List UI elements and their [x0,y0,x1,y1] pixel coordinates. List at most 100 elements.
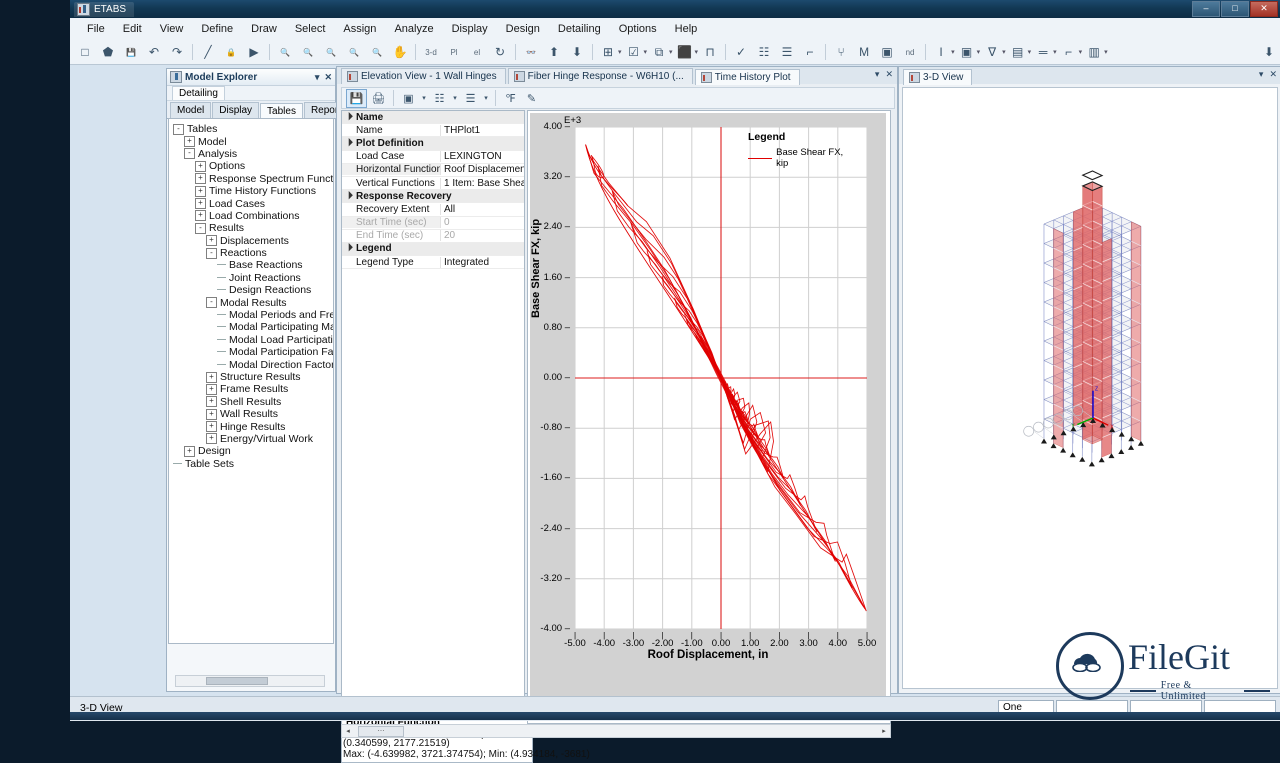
nd-label[interactable]: nd [899,41,921,63]
chevron-down-icon[interactable]: ▾ [695,48,699,56]
save-icon[interactable]: 💾 [120,41,142,63]
menu-item-define[interactable]: Define [192,20,242,38]
tree-node[interactable]: Base Reactions [169,259,333,271]
property-value[interactable]: 1 Item: Base Shear FX [440,178,524,189]
property-group-header[interactable]: Response Recovery [342,190,524,203]
tree-node[interactable]: +Options [169,160,333,172]
expand-icon[interactable]: + [206,372,217,383]
expand-icon[interactable]: + [195,161,206,172]
document-tab-bar[interactable]: Elevation View - 1 Wall HingesFiber Hing… [337,67,897,84]
chevron-down-icon[interactable]: ▾ [1002,48,1006,56]
tree-node[interactable]: +Time History Functions [169,185,333,197]
plot-image-icon[interactable]: ▣ [399,90,418,107]
window-controls[interactable]: – □ ✕ [1192,1,1278,17]
measure-icon[interactable]: ✓ [730,41,752,63]
plot-image-dropdown[interactable]: ▾ [420,90,428,107]
contour-icon[interactable]: ▣ [876,41,898,63]
set-display-options-icon[interactable]: ⊞ [597,41,619,63]
tables-tree[interactable]: -Tables+Model-Analysis+Options+Response … [168,118,334,644]
column-prop-icon[interactable]: ▤ [1007,41,1029,63]
close-button[interactable]: ✕ [1250,1,1278,17]
table-view-dropdown[interactable]: ▾ [451,90,459,107]
tree-node[interactable]: +Displacements [169,235,333,247]
tree-node[interactable]: -Tables [169,123,333,135]
chevron-down-icon[interactable]: ▾ [977,48,981,56]
plot-property-grid[interactable]: NameNameTHPlot1Plot DefinitionLoad CaseL… [341,110,525,712]
main-toolbar[interactable]: □⬟💾↶↷╱🔒▶🔍🔍🔍🔍🔍✋3-dPlel↻👓⬆⬇⊞▾☑▾⧉▾⬛▾⊓✓☷☰⌐⑂M… [70,40,1280,65]
property-value[interactable]: All [440,204,524,215]
doctabs-close-icon[interactable]: ✕ [885,69,893,80]
glasses-icon[interactable]: 👓 [520,41,542,63]
scroll-right-arrow[interactable]: ▸ [878,727,890,735]
zoom-out-icon[interactable]: 🔍 [320,41,342,63]
tree-node[interactable]: Modal Participation Factors [169,346,333,358]
doctabs-dropdown-icon[interactable]: ▾ [875,69,880,80]
tree-node[interactable]: Modal Participating Mass Ratios [169,321,333,333]
chart-view-icon[interactable]: ☰ [461,90,480,107]
expand-icon[interactable]: + [195,198,206,209]
property-value[interactable]: LEXINGTON [440,151,524,162]
expand-icon[interactable]: + [206,421,217,432]
property-group-header[interactable]: Legend [342,243,524,256]
wall-prop-icon[interactable]: ⌐ [1058,41,1080,63]
chart-view-dropdown[interactable]: ▾ [482,90,490,107]
expand-icon[interactable]: + [195,173,206,184]
rotate-icon[interactable]: ↻ [489,41,511,63]
table-view-icon[interactable]: ☷ [430,90,449,107]
expand-icon[interactable]: + [195,186,206,197]
tree-node[interactable]: -Results [169,222,333,234]
expand-icon[interactable]: + [195,210,206,221]
time-history-plot[interactable]: E+3 4.00 –3.20 –2.40 –1.60 –0.80 –0.00 –… [527,110,891,724]
property-group-header[interactable]: Name [342,111,524,124]
object-select-icon[interactable]: ☑ [623,41,645,63]
chevron-down-icon[interactable]: ▾ [1028,48,1032,56]
view3d-dropdown-icon[interactable]: ▾ [1259,69,1264,80]
collapse-icon[interactable]: - [173,124,184,135]
model-explorer-close-icon[interactable]: ✕ [324,72,332,83]
tree-node[interactable]: +Wall Results [169,408,333,420]
subtab-detailing[interactable]: Detailing [172,86,225,100]
chart-icon[interactable]: ☰ [776,41,798,63]
elevation-view-label[interactable]: el [466,41,488,63]
chevron-down-icon[interactable]: ▾ [669,48,673,56]
zoom-in-icon[interactable]: 🔍 [297,41,319,63]
tree-node[interactable]: +Shell Results [169,396,333,408]
tree-node[interactable]: Modal Periods and Frequencies [169,309,333,321]
section-cut-icon[interactable]: ⊓ [699,41,721,63]
menu-item-design[interactable]: Design [497,20,549,38]
menu-item-display[interactable]: Display [443,20,497,38]
menu-item-help[interactable]: Help [666,20,707,38]
new-model-icon[interactable]: □ [74,41,96,63]
tree-node[interactable]: -Analysis [169,148,333,160]
edit-plot-icon[interactable]: ✎ [522,90,541,107]
property-row[interactable]: NameTHPlot1 [342,124,524,137]
app-title-tab[interactable]: ETABS [74,2,134,17]
model-explorer-menu-icon[interactable]: ▾ [315,72,320,83]
tree-node[interactable]: +Hinge Results [169,420,333,432]
property-group-header[interactable]: Plot Definition [342,137,524,150]
tree-horizontal-scrollbar[interactable] [175,675,325,687]
frame-icon[interactable]: ⌐ [799,41,821,63]
export-icon[interactable]: ⬇ [1264,45,1274,59]
tab-3d-view[interactable]: 3-D View [903,69,972,85]
property-value[interactable]: Roof Displacement [440,164,524,175]
hinge-icon[interactable]: ⑂ [830,41,852,63]
tree-node[interactable]: -Modal Results [169,296,333,308]
expand-icon[interactable]: + [206,396,217,407]
function-icon[interactable]: ℉ [501,90,520,107]
minimize-button[interactable]: – [1192,1,1220,17]
move-up-icon[interactable]: ⬆ [543,41,565,63]
view-3d-label[interactable]: 3-d [420,41,442,63]
tree-node[interactable]: +Response Spectrum Functions [169,173,333,185]
document-tab[interactable]: Elevation View - 1 Wall Hinges [341,68,506,84]
model-explorer-tab-model[interactable]: Model [170,102,211,118]
property-row[interactable]: Load CaseLEXINGTON [342,151,524,164]
menu-item-analyze[interactable]: Analyze [385,20,442,38]
menu-bar[interactable]: FileEditViewDefineDrawSelectAssignAnalyz… [70,18,1280,41]
3d-view-tab-bar[interactable]: 3-D View ▾ ✕ [899,67,1280,84]
zoom-full-icon[interactable]: 🔍 [366,41,388,63]
chevron-down-icon[interactable]: ▾ [618,48,622,56]
chevron-down-icon[interactable]: ▾ [1104,48,1108,56]
view3d-close-icon[interactable]: ✕ [1269,69,1277,80]
shadow-icon[interactable]: ⬛ [674,41,696,63]
